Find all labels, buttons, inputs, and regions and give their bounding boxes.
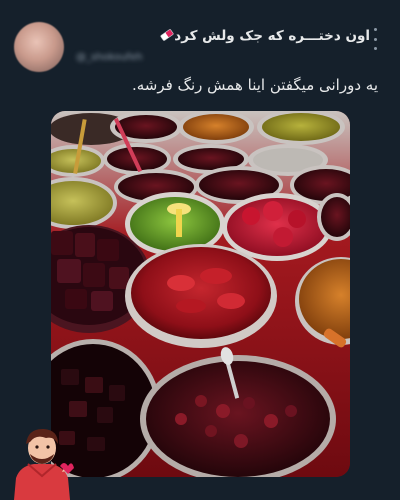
jam-bowls-photo xyxy=(51,111,350,477)
display-name[interactable]: اون دختـــره که جک ولش کرد xyxy=(156,28,370,44)
display-name-text: اون دختـــره که جک ولش کرد xyxy=(174,28,370,44)
username-handle[interactable]: @_shokoufeh xyxy=(76,52,154,64)
tweet-text: یه دورانی میگفتن اینا همش رنگ فرشه. xyxy=(131,76,378,94)
tweet-card: اون دختـــره که جک ولش کرد @_shokoufeh ی… xyxy=(0,0,400,500)
more-vertical-icon[interactable] xyxy=(370,28,380,50)
eraser-emoji-icon xyxy=(160,28,174,42)
avatar[interactable] xyxy=(14,22,64,72)
tweet-media-photo[interactable] xyxy=(51,111,350,477)
cartoon-man-sticker xyxy=(6,420,78,500)
tweet-header: اون دختـــره که جک ولش کرد @_shokoufeh xyxy=(74,22,370,72)
